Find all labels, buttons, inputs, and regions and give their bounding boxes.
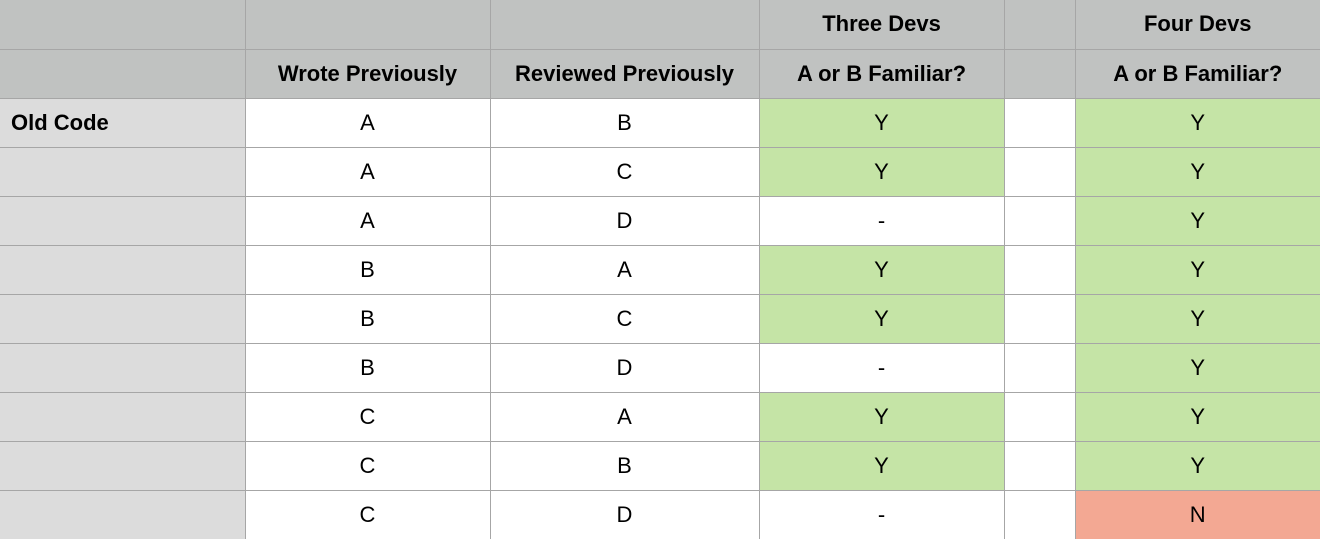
reviewed-previously-cell: B <box>489 98 760 148</box>
table-row: BD- Y <box>0 342 1320 393</box>
four-devs-familiar-cell: Y <box>1074 342 1320 393</box>
wrote-previously-cell: B <box>244 244 491 295</box>
four-devs-familiar-cell: Y <box>1074 440 1320 491</box>
wrote-previously-cell: C <box>244 391 491 442</box>
spacer-cell <box>1003 98 1076 148</box>
header-cell-spacer-2 <box>1003 48 1076 99</box>
spacer-cell <box>1003 244 1076 295</box>
four-devs-familiar-cell: N <box>1074 489 1320 539</box>
wrote-previously-cell: C <box>244 440 491 491</box>
three-devs-familiar-cell: - <box>758 342 1005 393</box>
three-devs-familiar-cell: Y <box>758 146 1005 197</box>
spacer-cell <box>1003 293 1076 344</box>
four-devs-familiar-cell: Y <box>1074 195 1320 246</box>
four-devs-familiar-cell: Y <box>1074 98 1320 148</box>
table-row: AD- Y <box>0 195 1320 246</box>
three-devs-familiar-cell: Y <box>758 440 1005 491</box>
header-four-devs: Four Devs <box>1074 0 1320 50</box>
three-devs-familiar-cell: Y <box>758 98 1005 148</box>
reviewed-previously-cell: B <box>489 440 760 491</box>
table-row: ACYY <box>0 146 1320 197</box>
header-cell-blank-3 <box>489 0 760 50</box>
row-label: Old Code <box>0 98 246 148</box>
reviewed-previously-cell: D <box>489 489 760 539</box>
wrote-previously-cell: A <box>244 98 491 148</box>
row-label <box>0 440 246 491</box>
reviewed-previously-cell: A <box>489 391 760 442</box>
reviewed-previously-cell: C <box>489 293 760 344</box>
table-body: Old Code A B Y Y A C Y Y A D - Y B A Y Y B C Y Y B D - Y C A Y Y C B Y Y… <box>0 98 1320 539</box>
wrote-previously-cell: C <box>244 489 491 539</box>
spacer-cell <box>1003 489 1076 539</box>
header-three-devs: Three Devs <box>758 0 1005 50</box>
familiarity-table: Three Devs Four Devs Wrote Previously Re… <box>0 0 1320 539</box>
header-cell-spacer <box>1003 0 1076 50</box>
wrote-previously-cell: A <box>244 195 491 246</box>
reviewed-previously-cell: A <box>489 244 760 295</box>
three-devs-familiar-cell: - <box>758 195 1005 246</box>
spacer-cell <box>1003 146 1076 197</box>
row-label <box>0 489 246 539</box>
table-row: CD- N <box>0 489 1320 539</box>
header-wrote-previously: Wrote Previously <box>244 48 491 99</box>
four-devs-familiar-cell: Y <box>1074 244 1320 295</box>
four-devs-familiar-cell: Y <box>1074 391 1320 442</box>
table-row: BCYY <box>0 293 1320 344</box>
table-row: Old Code A B Y Y <box>0 98 1320 148</box>
table-row: CAYY <box>0 391 1320 442</box>
header-three-devs-familiar: A or B Familiar? <box>758 48 1005 99</box>
row-label <box>0 391 246 442</box>
spacer-cell <box>1003 440 1076 491</box>
header-row-columns: Wrote Previously Reviewed Previously A o… <box>0 48 1320 99</box>
row-label <box>0 342 246 393</box>
row-label <box>0 244 246 295</box>
row-label <box>0 195 246 246</box>
header-cell-corner <box>0 48 246 99</box>
header-row-groups: Three Devs Four Devs <box>0 0 1320 50</box>
three-devs-familiar-cell: Y <box>758 244 1005 295</box>
three-devs-familiar-cell: - <box>758 489 1005 539</box>
four-devs-familiar-cell: Y <box>1074 146 1320 197</box>
wrote-previously-cell: A <box>244 146 491 197</box>
four-devs-familiar-cell: Y <box>1074 293 1320 344</box>
header-cell-blank-2 <box>244 0 491 50</box>
table-row: BAYY <box>0 244 1320 295</box>
row-label <box>0 146 246 197</box>
reviewed-previously-cell: D <box>489 195 760 246</box>
row-label <box>0 293 246 344</box>
reviewed-previously-cell: C <box>489 146 760 197</box>
table-row: CBYY <box>0 440 1320 491</box>
header-four-devs-familiar: A or B Familiar? <box>1074 48 1320 99</box>
wrote-previously-cell: B <box>244 293 491 344</box>
spacer-cell <box>1003 342 1076 393</box>
header-reviewed-previously: Reviewed Previously <box>489 48 760 99</box>
three-devs-familiar-cell: Y <box>758 293 1005 344</box>
header-cell-blank-1 <box>0 0 246 50</box>
three-devs-familiar-cell: Y <box>758 391 1005 442</box>
wrote-previously-cell: B <box>244 342 491 393</box>
spacer-cell <box>1003 391 1076 442</box>
spacer-cell <box>1003 195 1076 246</box>
reviewed-previously-cell: D <box>489 342 760 393</box>
